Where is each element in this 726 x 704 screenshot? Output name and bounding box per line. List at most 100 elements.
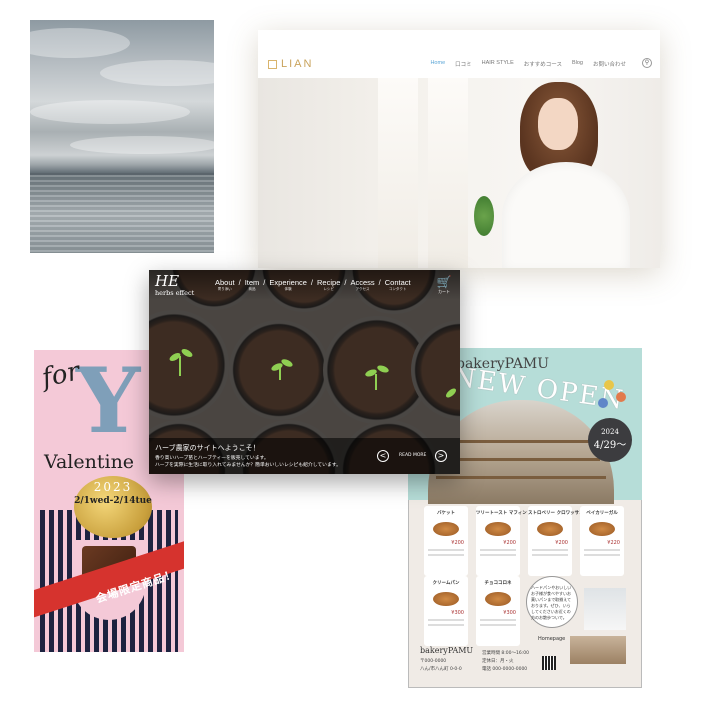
lian-logo[interactable]: LIAN (268, 58, 313, 70)
open-date-badge: 2024 4/29〜 (588, 418, 632, 462)
nav-access[interactable]: Access アクセス (350, 278, 374, 292)
bread-price: ¥200 (555, 540, 568, 546)
bread-name: チョココロネ (484, 581, 512, 586)
shelf (436, 476, 606, 479)
sea (30, 175, 214, 253)
bread-item: バケット ¥200 (424, 506, 468, 576)
chef-photo (584, 588, 626, 630)
nav-label: Access (350, 278, 375, 287)
bread-image (433, 592, 459, 606)
open-day: 4/29〜 (593, 440, 627, 451)
footer-address: 八ん/市八ん町 0-0-0 (420, 667, 462, 672)
herbs-logo[interactable]: HE herbs effect (155, 272, 195, 298)
flower-icon (616, 392, 626, 402)
cloud (70, 136, 214, 154)
lian-menu-course[interactable]: おすすめコース (524, 60, 562, 68)
shop-photo (570, 636, 626, 664)
herbs-nav: About 寄り添い / Item 商品 / Experience 体験 / Reci… (215, 278, 411, 292)
footer-brand: bakeryPAMU (420, 646, 474, 655)
cart-icon: 🛒 (436, 275, 452, 289)
bread-desc (428, 619, 464, 621)
prev-arrow-icon[interactable]: < (377, 450, 389, 462)
bread-desc (584, 549, 620, 551)
bread-desc (532, 549, 568, 551)
cloud (30, 100, 190, 124)
cart-label: カート (438, 289, 450, 294)
valentine-title: Valentine (44, 451, 135, 473)
bread-desc (428, 549, 464, 551)
nav-separator: / (378, 278, 381, 287)
bread-name: ベイカリーガル (586, 511, 618, 516)
lian-menu-reviews[interactable]: 口コミ (455, 60, 472, 68)
nav-sub: 寄り添い (217, 287, 232, 291)
hero-caption: ハーブ農家のサイトへようこそ！ 香り高いハーブ苗とハーブティーを販売しています。… (149, 438, 460, 474)
nav-item[interactable]: Item 商品 (245, 278, 260, 292)
cart-button[interactable]: 🛒 カート (435, 276, 453, 298)
herbs-logo-text: herbs effect (155, 289, 195, 297)
herbs-effect-site-card[interactable]: HE herbs effect About 寄り添い / Item 商品 / Exp… (149, 270, 460, 474)
nav-label: About (215, 278, 235, 287)
homepage-label: Homepage (538, 636, 566, 642)
open-year: 2024 (601, 428, 619, 436)
nav-separator: / (263, 278, 266, 287)
lian-menu-contact[interactable]: お問い合わせ (593, 60, 626, 68)
lian-menu: Home 口コミ HAIR STYLE おすすめコース Blog お問い合わせ (430, 60, 626, 68)
bread-item: クリームパン ¥300 (424, 576, 468, 646)
nav-sub: 体験 (284, 287, 292, 291)
caption-line: ハーブを実際に生活に取り入れてみませんか？簡単おいしいレシピも紹介しています。 (155, 463, 341, 468)
sprout-stem (375, 374, 377, 390)
bread-item: チョココロネ ¥300 (476, 576, 520, 646)
bread-item: ストロベリー クロワッサン ¥200 (528, 506, 584, 576)
bread-image (485, 522, 511, 536)
shelf (442, 458, 600, 461)
logo-square-icon (268, 59, 277, 69)
nav-sub: アクセス (355, 287, 370, 291)
nav-about[interactable]: About 寄り添い (215, 278, 235, 292)
model-body (502, 162, 630, 268)
bread-price: ¥220 (607, 540, 620, 546)
nav-label: Item (244, 278, 260, 287)
cloud (30, 28, 130, 58)
nav-separator: / (310, 278, 314, 287)
valentine-year: 2023 (93, 480, 133, 494)
lian-site-card[interactable]: LIAN Home 口コミ HAIR STYLE おすすめコース Blog お問… (258, 30, 660, 268)
nav-label: Recipe (317, 278, 341, 287)
lian-menu-blog[interactable]: Blog (572, 60, 583, 68)
ocean-photo-card (30, 20, 214, 253)
valentine-dates: 2/1wed-2/14tue (74, 496, 152, 506)
caption-line: 香り高いハーブ苗とハーブティーを販売しています。 (155, 456, 269, 461)
bread-name: ツリートースト マフィン (476, 511, 527, 516)
bread-desc (480, 554, 516, 556)
nav-contact[interactable]: Contact コンタクト (385, 278, 411, 292)
bread-price: ¥200 (451, 540, 464, 546)
shelf (448, 440, 594, 443)
nav-separator: / (238, 278, 241, 287)
qr-code-icon (542, 656, 556, 670)
bread-name: ストロベリー クロワッサン (528, 511, 584, 516)
bread-image (537, 522, 563, 536)
caption-title: ハーブ農家のサイトへようこそ！ (155, 444, 260, 452)
nav-label: Contact (384, 278, 411, 287)
bread-image (589, 522, 615, 536)
bread-desc (428, 554, 464, 556)
cloud (100, 60, 214, 86)
lian-logo-text: LIAN (281, 58, 314, 70)
bread-desc (480, 624, 516, 626)
flower-icon (604, 380, 614, 390)
read-more-link[interactable]: READ MORE (399, 453, 426, 458)
bread-image (485, 592, 511, 606)
big-letter: Y (76, 350, 141, 454)
bread-desc (584, 554, 620, 556)
lian-menu-hairstyle[interactable]: HAIR STYLE (482, 60, 514, 68)
lian-menu-home[interactable]: Home (430, 60, 445, 68)
bread-desc (480, 549, 516, 551)
nav-separator: / (344, 278, 347, 287)
footer-hours: 営業時間 8:00〜16:00 定休日：月・火 電話 000-0000-0000 (482, 651, 530, 672)
lian-hero-image (258, 78, 660, 268)
nav-experience[interactable]: Experience 体験 (269, 278, 307, 292)
herbs-logo-mark: HE (155, 272, 180, 290)
nav-recipe[interactable]: Recipe レシピ (317, 278, 340, 292)
search-icon[interactable]: ⚲ (642, 58, 652, 68)
next-arrow-icon[interactable]: > (435, 450, 447, 462)
bread-item: ツリートースト マフィン ¥200 (476, 506, 527, 576)
